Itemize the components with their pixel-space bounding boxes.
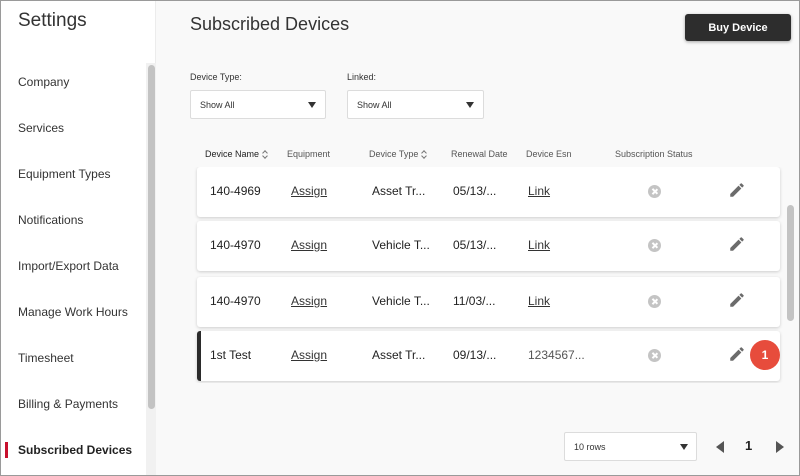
table-row[interactable]: 140-4970 Assign Vehicle T... 11/03/... L… <box>197 277 780 327</box>
sidebar-item-label: Subscribed Devices <box>18 443 133 457</box>
column-header-label: Equipment <box>287 149 331 159</box>
linked-value: Show All <box>357 99 392 110</box>
sidebar-item-notifications[interactable]: Notifications <box>1 205 146 235</box>
column-header-renewal-date: Renewal Date <box>451 149 508 159</box>
sidebar-scrollbar-thumb[interactable] <box>148 65 155 409</box>
sidebar-item-label: Billing & Payments <box>18 397 119 411</box>
chevron-down-icon <box>466 102 474 108</box>
table-row[interactable]: 140-4970 Assign Vehicle T... 05/13/... L… <box>197 221 780 271</box>
sidebar-item-billing-payments[interactable]: Billing & Payments <box>1 389 146 419</box>
cancel-circle-icon <box>648 349 661 362</box>
column-header-subscription-status: Subscription Status <box>615 149 693 159</box>
sidebar-item-company[interactable]: Company <box>1 67 146 97</box>
chevron-left-icon[interactable] <box>716 441 724 453</box>
linked-select[interactable]: Show All <box>347 90 484 119</box>
device-esn-cell: 1234567... <box>528 348 585 362</box>
device-name-cell: 140-4969 <box>210 184 261 198</box>
cancel-circle-icon <box>648 239 661 252</box>
sidebar-item-import-export-data[interactable]: Import/Export Data <box>1 251 146 281</box>
page-title: Subscribed Devices <box>190 14 350 34</box>
column-header-device-type[interactable]: Device Type <box>369 149 427 159</box>
sidebar-item-subscribed-devices[interactable]: Subscribed Devices <box>1 435 146 465</box>
chevron-down-icon <box>308 102 316 108</box>
column-header-label: Device Type <box>369 149 419 159</box>
main-content: Subscribed Devices Buy Device Device Typ… <box>156 1 799 475</box>
assign-equipment-link[interactable]: Assign <box>291 184 327 198</box>
sort-icon <box>262 150 268 158</box>
linked-label: Linked: <box>347 72 377 82</box>
sidebar-item-label: Company <box>18 75 70 89</box>
column-header-label: Renewal Date <box>451 149 508 159</box>
settings-sidebar: Settings Company Services Equipment Type… <box>1 1 156 475</box>
chevron-down-icon <box>680 444 688 450</box>
device-type-cell: Asset Tr... <box>372 348 426 362</box>
buy-device-button[interactable]: Buy Device <box>685 14 791 41</box>
sidebar-item-label: Services <box>18 121 65 135</box>
table-scrollbar-thumb[interactable] <box>787 205 794 321</box>
sidebar-item-services[interactable]: Services <box>1 113 146 143</box>
sidebar-item-label: Timesheet <box>18 351 74 365</box>
device-type-value: Show All <box>200 99 235 110</box>
device-type-cell: Vehicle T... <box>372 238 430 252</box>
assign-equipment-link[interactable]: Assign <box>291 348 327 362</box>
pencil-icon[interactable] <box>728 235 746 253</box>
device-esn-link[interactable]: Link <box>528 294 550 308</box>
pencil-icon[interactable] <box>728 345 746 363</box>
column-header-equipment: Equipment <box>287 149 330 159</box>
column-header-label: Subscription Status <box>615 149 693 159</box>
assign-equipment-link[interactable]: Assign <box>291 238 327 252</box>
sidebar-item-manage-work-hours[interactable]: Manage Work Hours <box>1 297 146 327</box>
pencil-icon[interactable] <box>728 181 746 199</box>
chevron-right-icon[interactable] <box>776 441 784 453</box>
sidebar-item-label: Notifications <box>18 213 84 227</box>
sidebar-title: Settings <box>18 10 87 31</box>
column-header-label: Device Name <box>205 149 260 159</box>
column-header-device-esn: Device Esn <box>526 149 572 159</box>
device-name-cell: 1st Test <box>210 348 252 362</box>
renewal-date-cell: 09/13/... <box>453 348 497 362</box>
active-indicator <box>5 442 8 458</box>
notification-badge: 1 <box>750 340 780 370</box>
column-header-label: Device Esn <box>526 149 572 159</box>
sidebar-item-label: Import/Export Data <box>18 259 119 273</box>
renewal-date-cell: 05/13/... <box>453 238 497 252</box>
sidebar-item-label: Equipment Types <box>18 167 111 181</box>
assign-equipment-link[interactable]: Assign <box>291 294 327 308</box>
sidebar-item-timesheet[interactable]: Timesheet <box>1 343 146 373</box>
device-type-select[interactable]: Show All <box>190 90 326 119</box>
device-type-cell: Asset Tr... <box>372 184 426 198</box>
renewal-date-cell: 05/13/... <box>453 184 497 198</box>
current-page-number[interactable]: 1 <box>745 438 752 453</box>
rows-per-page-select[interactable]: 10 rows <box>564 432 697 461</box>
device-list: 140-4969 Assign Asset Tr... 05/13/... Li… <box>192 167 792 383</box>
device-esn-link[interactable]: Link <box>528 184 550 198</box>
device-name-cell: 140-4970 <box>210 238 261 252</box>
renewal-date-cell: 11/03/... <box>453 294 496 308</box>
rows-per-page-value: 10 rows <box>574 441 606 452</box>
table-row[interactable]: 140-4969 Assign Asset Tr... 05/13/... Li… <box>197 167 780 217</box>
column-header-device-name[interactable]: Device Name <box>205 149 268 159</box>
device-esn-link[interactable]: Link <box>528 238 550 252</box>
pencil-icon[interactable] <box>728 291 746 309</box>
device-type-cell: Vehicle T... <box>372 294 430 308</box>
sort-icon <box>421 150 427 158</box>
table-row[interactable]: 1st Test Assign Asset Tr... 09/13/... 12… <box>197 331 780 381</box>
sidebar-item-equipment-types[interactable]: Equipment Types <box>1 159 146 189</box>
device-name-cell: 140-4970 <box>210 294 261 308</box>
device-type-label: Device Type: <box>190 72 242 82</box>
sidebar-item-label: Manage Work Hours <box>18 305 128 319</box>
cancel-circle-icon <box>648 295 661 308</box>
cancel-circle-icon <box>648 185 661 198</box>
